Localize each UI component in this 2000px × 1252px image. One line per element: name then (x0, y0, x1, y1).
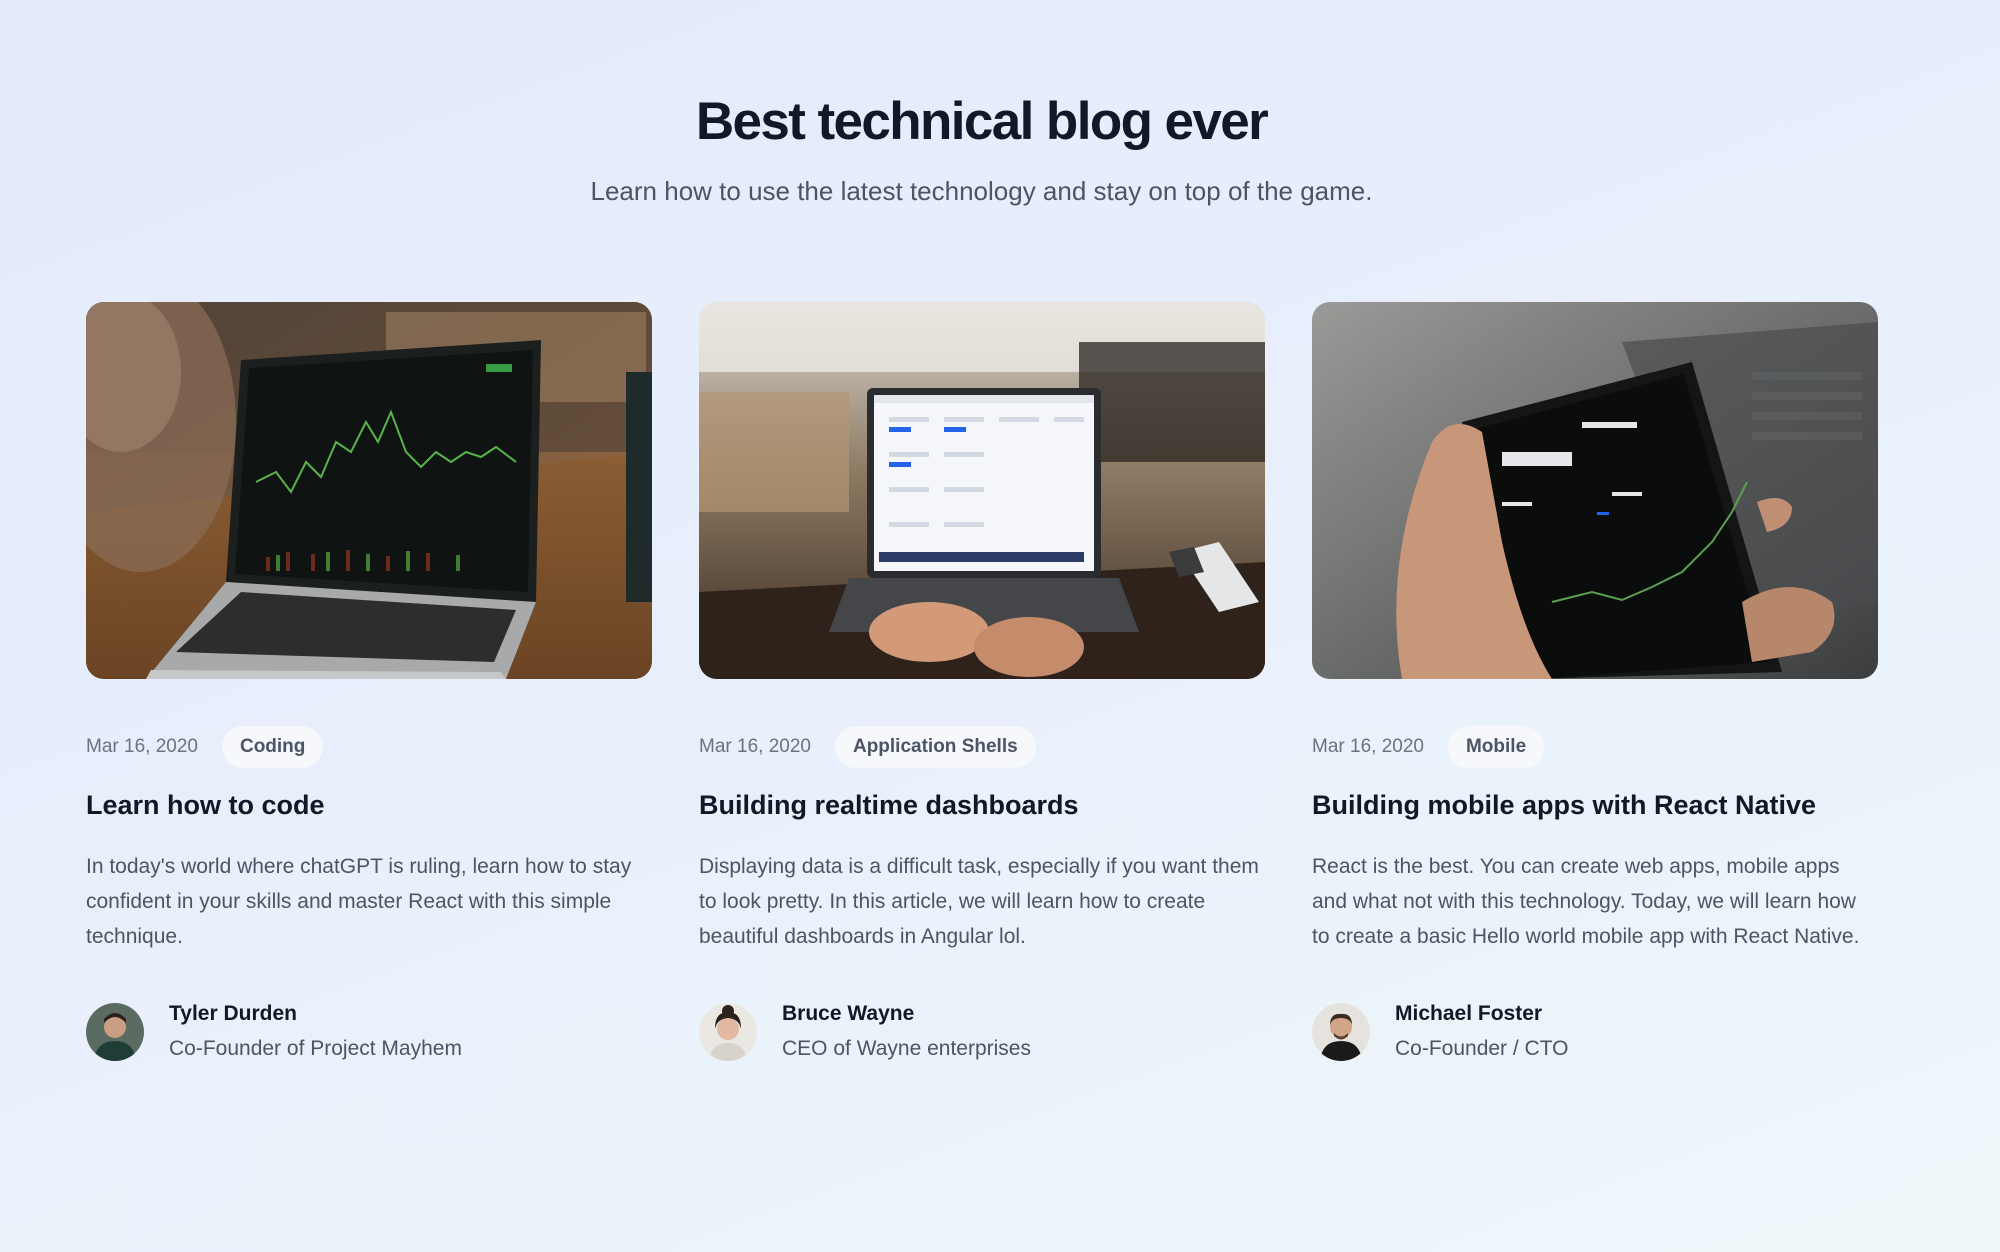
post-date: Mar 16, 2020 (86, 736, 198, 757)
post-description: React is the best. You can create web ap… (1312, 855, 1860, 948)
post-title-link[interactable]: Learn how to code (86, 787, 652, 823)
post-grid: Mar 16, 2020 Coding Learn how to code In… (86, 302, 1878, 1063)
author-name[interactable]: Michael Foster (1395, 1001, 1569, 1027)
author-role: Co-Founder of Project Mayhem (169, 1037, 462, 1060)
post-meta: Mar 16, 2020 Coding (86, 726, 652, 768)
post-meta: Mar 16, 2020 Application Shells (699, 726, 1265, 768)
avatar-photo-icon (1312, 1003, 1370, 1061)
author-details: Michael Foster Co-Founder / CTO (1395, 1001, 1569, 1063)
post-card: Mar 16, 2020 Mobile Building mobile apps… (1312, 302, 1878, 1063)
author-details: Tyler Durden Co-Founder of Project Mayhe… (169, 1001, 462, 1063)
post-title-link[interactable]: Building mobile apps with React Native (1312, 787, 1878, 823)
page-title: Best technical blog ever (695, 92, 1269, 151)
page-subtitle: Learn how to use the latest technology a… (590, 176, 1373, 206)
author-avatar (1312, 1003, 1370, 1061)
author-avatar (699, 1003, 757, 1061)
phone-stock-app-photo-icon (1312, 302, 1878, 679)
post-meta: Mar 16, 2020 Mobile (1312, 726, 1878, 768)
avatar-photo-icon (699, 1003, 757, 1061)
post-image-laptop-dashboard[interactable] (699, 302, 1265, 679)
laptop-dashboard-photo-icon (699, 302, 1265, 679)
author-name[interactable]: Tyler Durden (169, 1001, 462, 1027)
author-role: Co-Founder / CTO (1395, 1037, 1569, 1060)
post-author: Michael Foster Co-Founder / CTO (1312, 1001, 1878, 1063)
post-description: Displaying data is a difficult task, esp… (699, 855, 1259, 948)
post-date: Mar 16, 2020 (1312, 736, 1424, 757)
post-title-link[interactable]: Building realtime dashboards (699, 787, 1265, 823)
blog-header: Best technical blog ever Learn how to us… (0, 90, 1963, 208)
post-card: Mar 16, 2020 Application Shells Building… (699, 302, 1265, 1063)
post-author: Tyler Durden Co-Founder of Project Mayhe… (86, 1001, 652, 1063)
post-description: In today's world where chatGPT is ruling… (86, 855, 632, 948)
post-image-laptop-chart[interactable] (86, 302, 652, 679)
post-author: Bruce Wayne CEO of Wayne enterprises (699, 1001, 1265, 1063)
author-role: CEO of Wayne enterprises (782, 1037, 1031, 1060)
post-image-phone-stock-app[interactable] (1312, 302, 1878, 679)
post-date: Mar 16, 2020 (699, 736, 811, 757)
category-tag[interactable]: Coding (221, 726, 324, 768)
avatar-photo-icon (86, 1003, 144, 1061)
author-name[interactable]: Bruce Wayne (782, 1001, 1031, 1027)
category-tag[interactable]: Mobile (1447, 726, 1545, 768)
laptop-chart-photo-icon (86, 302, 652, 679)
author-details: Bruce Wayne CEO of Wayne enterprises (782, 1001, 1031, 1063)
category-tag[interactable]: Application Shells (834, 726, 1036, 768)
author-avatar (86, 1003, 144, 1061)
post-card: Mar 16, 2020 Coding Learn how to code In… (86, 302, 652, 1063)
